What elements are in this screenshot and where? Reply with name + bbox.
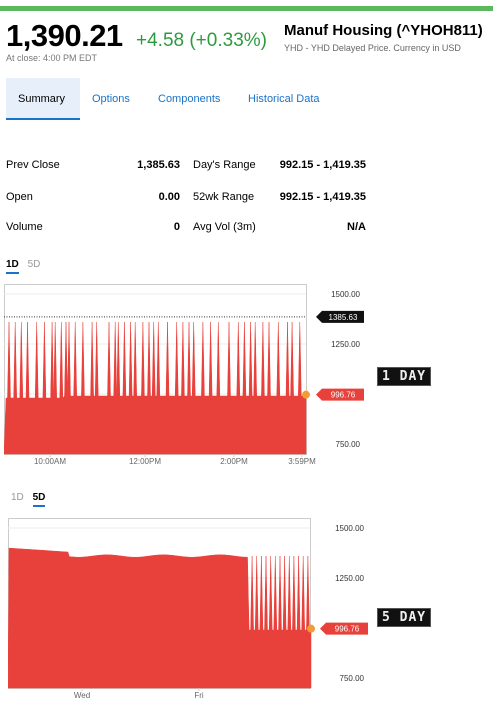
stat-label: Avg Vol (3m) [193,221,256,233]
last-price-dot [307,624,315,633]
stat-value: 0 [173,221,180,233]
stat-row: Volume 0 Avg Vol (3m) N/A [6,221,366,237]
quote-tabs: Summary Options Components Historical Da… [6,78,332,120]
x-tick-label: 12:00PM [129,457,161,466]
chart1-range-selector: 1D 5D [6,259,46,274]
range-1d-button[interactable]: 1D [6,259,19,274]
stat-row: Open 0.00 52wk Range 992.15 - 1,419.35 [6,191,366,207]
x-tick-label: 10:00AM [34,457,66,466]
chart-1d[interactable]: 1500.001250.001000.00750.001385.63996.76… [4,284,374,468]
stat-label: Day's Range [193,159,256,171]
index-subname: YHD - YHD Delayed Price. Currency in USD [284,43,461,53]
y-tick-label: 750.00 [336,440,361,449]
x-tick-label: Wed [74,691,90,700]
y-tick-label: 1500.00 [335,524,364,533]
y-tick-label: 1250.00 [335,574,364,583]
price-area [8,547,312,689]
stat-value: 0.00 [158,191,180,203]
stat-value: 1,385.63 [137,159,180,171]
chart2-range-selector: 1D 5D [11,492,51,507]
stat-row: Prev Close 1,385.63 Day's Range 992.15 -… [6,159,366,175]
tab-historical-data[interactable]: Historical Data [236,78,332,120]
range-5d-button[interactable]: 5D [32,492,46,507]
chart-5d[interactable]: 1500.001250.001000.00750.00996.76WedFri [8,518,378,702]
index-name: Manuf Housing (^YHOH811) [284,22,483,39]
range-1d-button[interactable]: 1D [11,492,24,503]
stat-value: 992.15 - 1,419.35 [279,191,366,203]
stat-label: 52wk Range [193,191,255,203]
y-tick-label: 750.00 [340,674,365,683]
price-change: +4.58 (+0.33%) [136,30,267,51]
top-accent-bar [0,6,493,11]
y-tick-label: 1250.00 [331,340,360,349]
close-note: At close: 4:00 PM EDT [6,53,98,63]
x-tick-label: 2:00PM [220,457,248,466]
stat-value: N/A [347,221,366,233]
x-tick-label: Fri [194,691,204,700]
tab-summary[interactable]: Summary [6,78,80,120]
y-tick-label: 1500.00 [331,290,360,299]
last-price-dot [302,390,310,399]
stat-value: 992.15 - 1,419.35 [279,159,366,171]
chart1-side-tag: 1 DAY [377,367,432,386]
stat-label: Volume [6,221,43,233]
tab-components[interactable]: Components [146,78,236,120]
current-price: 1,390.21 [6,18,123,53]
tab-options[interactable]: Options [80,78,146,120]
prev-close-label: 1385.63 [329,313,358,322]
range-5d-button[interactable]: 5D [28,259,41,270]
stat-label: Open [6,191,33,203]
x-tick-label: 3:59PM [288,457,316,466]
last-price-label: 996.76 [335,625,360,634]
chart2-side-tag: 5 DAY [377,608,432,627]
stat-label: Prev Close [6,159,60,171]
last-price-label: 996.76 [331,391,356,400]
